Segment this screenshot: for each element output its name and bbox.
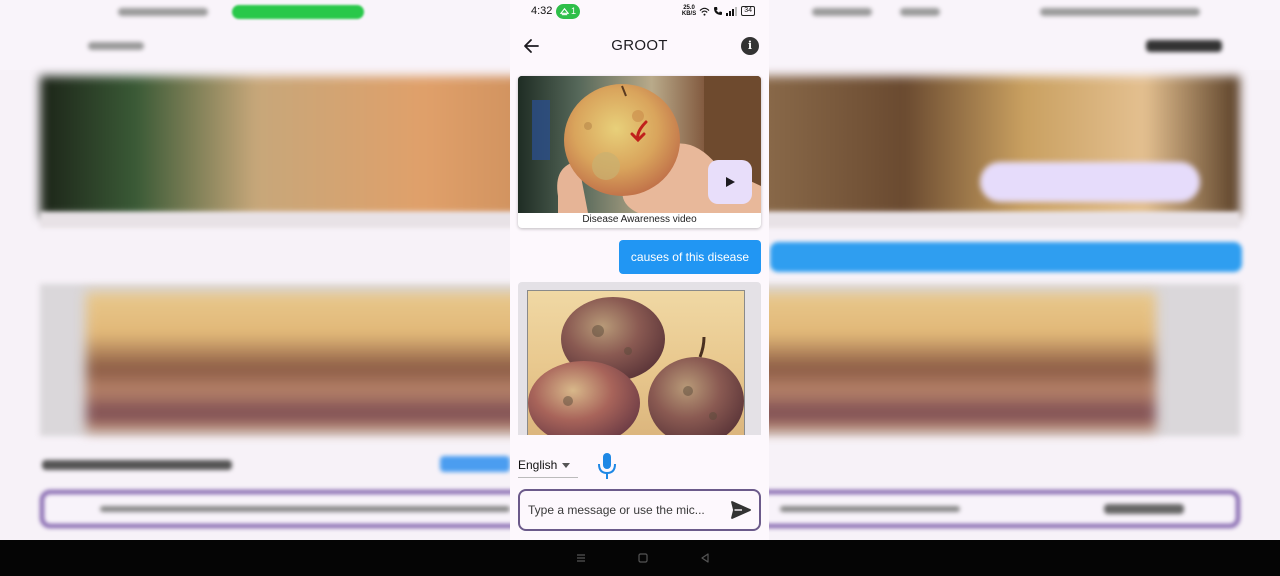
video-thumbnail [518,76,761,213]
info-icon[interactable]: i [741,37,759,55]
play-icon[interactable] [708,160,752,204]
blurred-shape [100,506,510,512]
video-message[interactable]: Disease Awareness video [518,76,761,228]
blurred-shape [1040,8,1200,16]
image-message[interactable] [518,282,761,435]
chat-list[interactable]: Disease Awareness video causes of this d… [510,72,769,435]
blurred-shape [440,456,510,472]
call-icon [714,7,723,15]
blurred-shape [42,460,232,470]
status-time: 4:32 [531,5,553,17]
diseased-apples-image [527,290,745,435]
language-selected: English [518,458,558,472]
caret-down-icon [562,463,570,468]
back-triangle-icon[interactable] [699,552,711,564]
video-caption: Disease Awareness video [582,214,697,225]
network-speed: 25.0 KB/S [682,5,696,17]
wifi-icon [699,7,710,16]
blurred-shape [88,42,144,50]
battery-icon: 34 [741,6,755,16]
notification-count: 1 [571,6,577,16]
app-bar: GROOT i [510,28,769,64]
network-speed-unit: KB/S [681,11,697,17]
message-input[interactable] [528,491,718,529]
blurred-shape [1104,504,1184,514]
menu-icon[interactable] [575,552,587,564]
send-icon[interactable] [731,501,751,519]
notification-pill: 1 [556,4,581,19]
blurred-shape [812,8,872,16]
input-controls: English [510,448,769,482]
phone-screen: 4:32 1 25.0 KB/S 34 GROOT i Disease Awar… [510,0,769,576]
system-nav-bar [510,540,769,576]
blurred-shape [1146,40,1222,52]
blurred-shape [770,242,1242,272]
blurred-shape [232,5,364,19]
blurred-shape [118,8,208,16]
message-input-container [518,489,761,531]
home-square-icon[interactable] [637,552,649,564]
notification-icon [560,7,569,16]
microphone-icon[interactable] [594,451,620,481]
blurred-shape [780,506,960,512]
blurred-shape [980,162,1200,202]
status-bar: 4:32 1 25.0 KB/S 34 [510,0,769,24]
user-message-bubble: causes of this disease [618,240,761,274]
app-title: GROOT [611,37,668,54]
signal-icon [726,6,738,16]
status-icons: 25.0 KB/S 34 [682,5,755,17]
language-dropdown[interactable]: English [518,456,578,478]
apples-illustration [528,297,744,435]
blurred-shape [900,8,940,16]
